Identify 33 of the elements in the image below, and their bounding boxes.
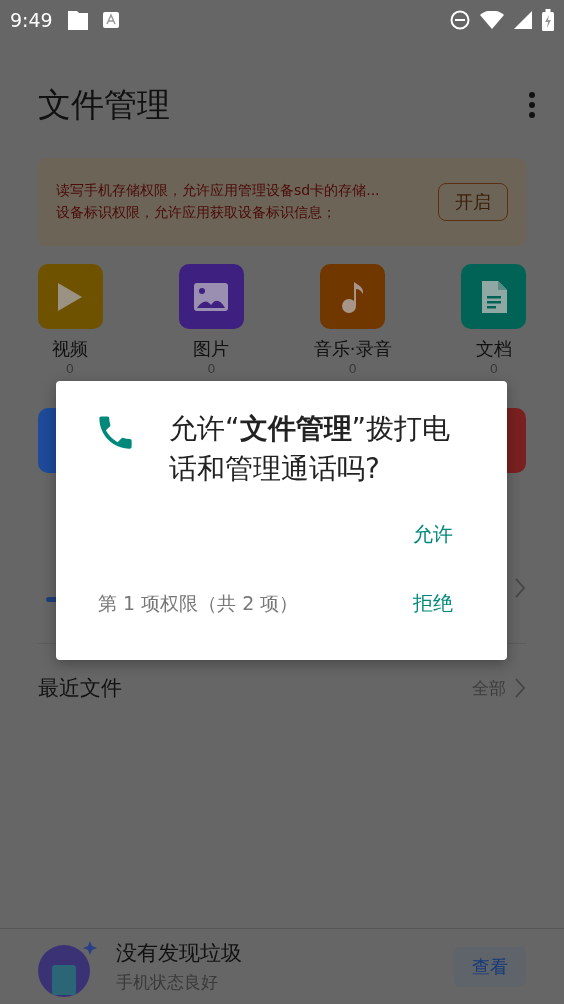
image-icon <box>193 281 230 312</box>
recent-files-title: 最近文件 <box>38 675 123 702</box>
folder-icon <box>66 9 89 31</box>
view-button[interactable]: 查看 <box>454 946 526 987</box>
dialog-message: 允许“文件管理”拨打电话和管理通话吗? <box>169 411 452 487</box>
music-note-icon <box>339 279 366 314</box>
keyboard-icon <box>102 12 119 28</box>
permission-text: 读写手机存储权限，允许应用管理设备sd卡的存储... <box>56 182 381 200</box>
more-options-icon[interactable] <box>528 91 536 119</box>
signal-icon <box>514 11 532 29</box>
play-icon <box>56 280 84 313</box>
document-icon <box>480 279 508 314</box>
category-tile[interactable] <box>461 264 527 329</box>
chevron-icon[interactable] <box>514 577 526 599</box>
do-not-disturb-icon <box>450 10 470 30</box>
category-tile[interactable] <box>37 264 103 329</box>
permission-text: 设备标识权限，允许应用获取设备标识信息； <box>56 204 337 222</box>
permission-step: 第 1 项权限（共 2 项） <box>98 590 299 617</box>
chevron-icon[interactable] <box>514 677 526 699</box>
category-label: 文档 <box>476 337 512 361</box>
category-tile[interactable] <box>178 264 244 329</box>
battery-icon <box>542 9 554 31</box>
wifi-icon <box>480 11 504 29</box>
category-label: 图片 <box>193 337 230 361</box>
deny-button[interactable]: 拒绝 <box>403 584 463 623</box>
category-label: 视频 <box>52 337 88 361</box>
status-time: 9:49 <box>10 9 53 31</box>
app-title: 文件管理 <box>38 83 170 126</box>
category-label: 音乐·录音 <box>313 337 392 361</box>
cleanup-title: 没有发现垃圾 <box>116 940 243 967</box>
allow-button[interactable]: 允许 <box>403 515 463 554</box>
enable-button[interactable]: 开启 <box>438 183 508 221</box>
category-tile[interactable] <box>320 264 386 329</box>
